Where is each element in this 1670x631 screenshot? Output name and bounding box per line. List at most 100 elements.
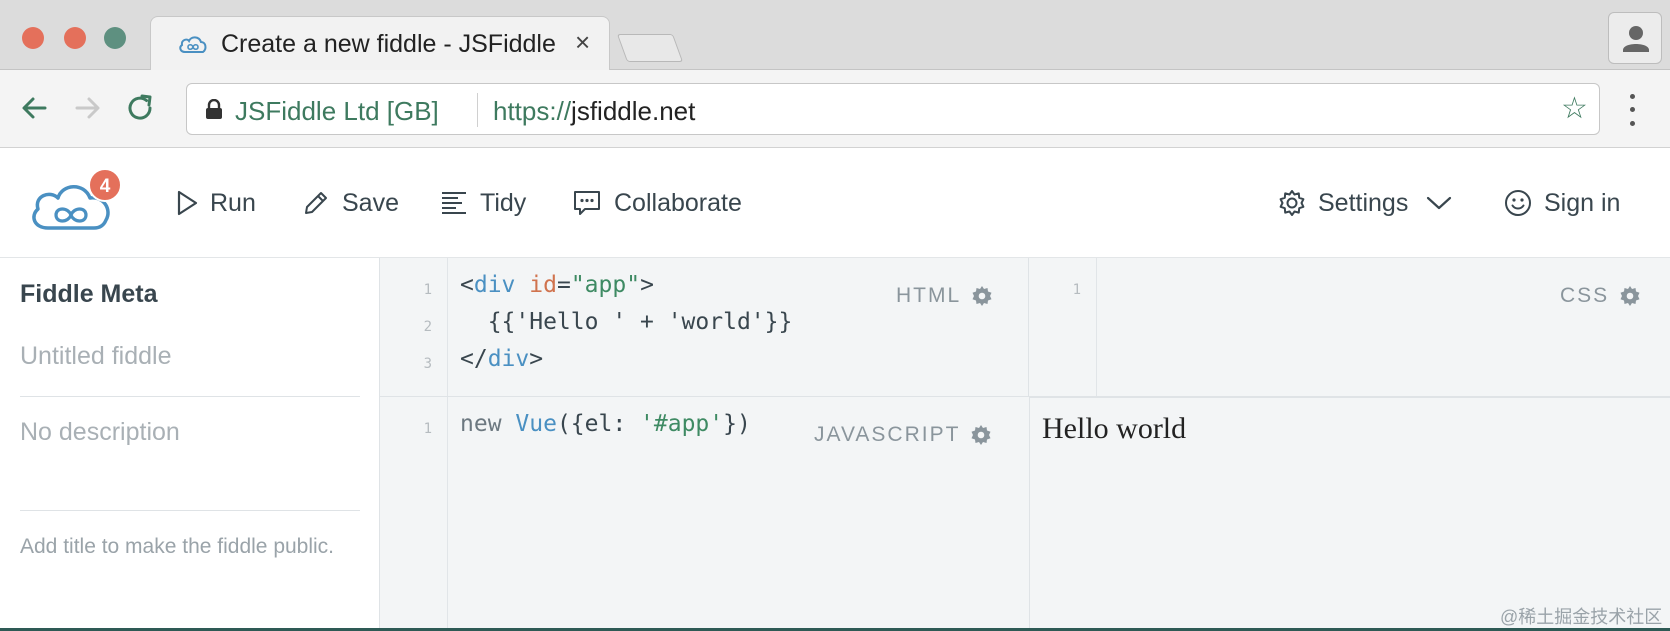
- code-token-string: "app": [570, 272, 641, 298]
- pencil-icon: [305, 192, 327, 214]
- run-button[interactable]: Run: [176, 186, 256, 220]
- code-token: =: [556, 272, 571, 298]
- profile-button[interactable]: [1608, 12, 1662, 64]
- code-line[interactable]: </div>: [460, 346, 543, 372]
- settings-button[interactable]: Settings: [1278, 186, 1452, 220]
- sidebar-hint: Add title to make the fiddle public.: [20, 535, 335, 558]
- gear-icon[interactable]: [1619, 285, 1641, 307]
- forward-button[interactable]: [68, 88, 108, 128]
- tab-title: Create a new fiddle - JSFiddle: [221, 30, 556, 58]
- panel-label-text: HTML: [896, 284, 962, 307]
- chat-bubble-icon: [574, 191, 600, 215]
- html-editor-panel[interactable]: 1 2 3 <div id="app"> {{'Hello ' + 'world…: [380, 258, 1029, 397]
- collaborate-label: Collaborate: [614, 188, 742, 217]
- code-token: ({el:: [556, 411, 641, 437]
- code-token-keyword: new: [460, 411, 516, 437]
- play-icon: [177, 190, 198, 216]
- cloud-infinity-icon: [179, 36, 207, 53]
- minimize-window-button[interactable]: [64, 27, 86, 49]
- code-token: }): [723, 411, 751, 437]
- gear-icon: [1279, 190, 1305, 216]
- line-number: 3: [423, 356, 432, 372]
- url-text[interactable]: https://jsfiddle.net: [493, 96, 695, 127]
- code-token: >: [640, 272, 654, 298]
- reload-icon: [128, 94, 152, 120]
- arrow-right-icon: [75, 97, 100, 119]
- tidy-button[interactable]: Tidy: [440, 186, 526, 220]
- smiley-icon: [1505, 190, 1531, 216]
- result-output: Hello world: [1042, 412, 1187, 445]
- css-panel-label: CSS: [1560, 284, 1641, 308]
- code-token: >: [529, 346, 544, 372]
- new-tab-button[interactable]: [616, 34, 684, 62]
- star-icon[interactable]: ☆: [1561, 92, 1588, 126]
- menu-dot: [1629, 94, 1635, 100]
- line-number: 1: [1072, 282, 1081, 298]
- panel-label-text: JAVASCRIPT: [814, 423, 961, 446]
- divider: [20, 510, 360, 511]
- save-button[interactable]: Save: [302, 186, 399, 220]
- code-line[interactable]: {{'Hello ' + 'world'}}: [460, 309, 793, 335]
- divider: [20, 396, 360, 397]
- code-token-attr: id: [529, 272, 557, 298]
- fiddle-meta-sidebar: Fiddle Meta Untitled fiddle No descripti…: [0, 258, 380, 631]
- watermark: @稀土掘金技术社区: [1500, 607, 1663, 627]
- code-token: </: [460, 346, 488, 372]
- address-separator: [477, 93, 478, 127]
- code-token-identifier: Vue: [515, 411, 557, 437]
- sign-in-label: Sign in: [1544, 188, 1621, 217]
- gear-icon[interactable]: [970, 424, 992, 446]
- line-number: 2: [423, 319, 432, 335]
- tidy-lines-icon: [442, 192, 466, 214]
- url-host: jsfiddle.net: [571, 96, 696, 126]
- sidebar-title: Fiddle Meta: [20, 280, 158, 308]
- back-button[interactable]: [14, 88, 54, 128]
- fiddle-description-input[interactable]: No description: [20, 418, 180, 447]
- url-scheme: https://: [493, 96, 572, 126]
- sign-in-button[interactable]: Sign in: [1504, 186, 1620, 220]
- fiddle-title-input[interactable]: Untitled fiddle: [20, 342, 171, 371]
- close-window-button[interactable]: [22, 27, 44, 49]
- notification-badge[interactable]: 4: [88, 168, 122, 202]
- save-label: Save: [342, 188, 399, 217]
- code-token: <: [460, 272, 474, 298]
- user-icon: [1623, 26, 1649, 52]
- code-token-tag: div: [487, 346, 530, 372]
- css-editor-panel[interactable]: 1 CSS: [1029, 258, 1670, 397]
- line-gutter: 1: [380, 397, 448, 631]
- arrow-left-icon: [22, 97, 47, 119]
- browser-tab-active[interactable]: Create a new fiddle - JSFiddle ×: [150, 16, 610, 72]
- menu-dot: [1629, 107, 1635, 113]
- line-number: 1: [423, 282, 432, 298]
- line-gutter: 1: [1029, 258, 1097, 396]
- javascript-editor-panel[interactable]: 1 new Vue({el: '#app'}) JAVASCRIPT: [380, 397, 1029, 631]
- panel-label-text: CSS: [1560, 284, 1610, 307]
- html-panel-label: HTML: [896, 284, 993, 308]
- code-token-string: '#app': [640, 411, 724, 437]
- line-gutter: 1 2 3: [380, 258, 448, 396]
- app-header: 4 Run Save Tidy Collaborate Settings Sig…: [0, 148, 1670, 258]
- browser-tab-strip: Create a new fiddle - JSFiddle ×: [0, 0, 1670, 72]
- address-bar[interactable]: JSFiddle Ltd [GB] https://jsfiddle.net ☆: [186, 83, 1600, 135]
- code-token-tag: div: [473, 272, 516, 298]
- collaborate-button[interactable]: Collaborate: [572, 186, 742, 220]
- tidy-label: Tidy: [480, 188, 527, 217]
- menu-dot: [1629, 120, 1635, 126]
- result-panel[interactable]: Hello world: [1029, 397, 1670, 631]
- lock-icon: [206, 99, 222, 119]
- close-tab-icon[interactable]: ×: [575, 27, 590, 57]
- code-line[interactable]: new Vue({el: '#app'}): [460, 411, 751, 437]
- javascript-panel-label: JAVASCRIPT: [814, 423, 992, 447]
- chevron-down-icon: [1427, 196, 1452, 210]
- line-number: 1: [423, 421, 432, 437]
- gear-icon[interactable]: [971, 285, 993, 307]
- reload-button[interactable]: [120, 88, 160, 128]
- run-label: Run: [210, 188, 256, 217]
- site-identity[interactable]: JSFiddle Ltd [GB]: [235, 96, 439, 127]
- maximize-window-button[interactable]: [104, 27, 126, 49]
- browser-menu-button[interactable]: [1620, 90, 1644, 130]
- settings-label: Settings: [1318, 188, 1409, 217]
- browser-toolbar: JSFiddle Ltd [GB] https://jsfiddle.net ☆: [0, 70, 1670, 148]
- code-line[interactable]: <div id="app">: [460, 272, 654, 298]
